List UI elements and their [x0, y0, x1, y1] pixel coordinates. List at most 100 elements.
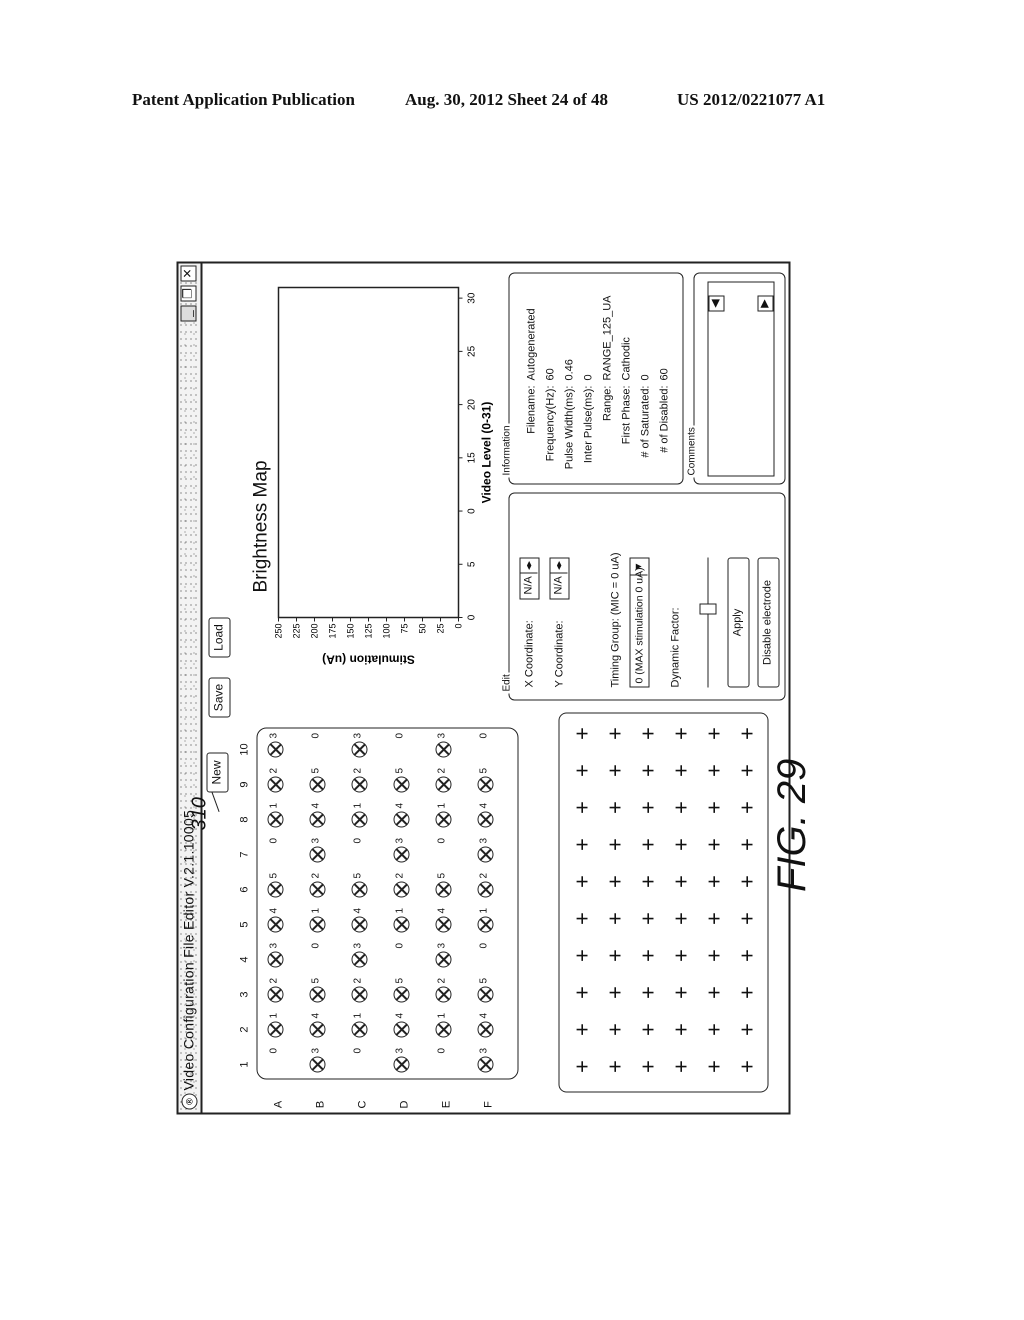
electrode-icon[interactable]: [435, 986, 451, 1003]
electrode-cell[interactable]: 1: [301, 897, 337, 935]
electrode-cell[interactable]: 2: [259, 757, 295, 795]
electrode-icon[interactable]: [477, 916, 493, 933]
electrode-cell[interactable]: 4: [259, 897, 295, 935]
electrode-icon[interactable]: [267, 776, 283, 793]
electrode-icon[interactable]: [393, 846, 409, 863]
electrode-marker[interactable]: +: [668, 1056, 693, 1078]
electrode-icon[interactable]: [393, 986, 409, 1003]
electrode-cell[interactable]: 2: [301, 862, 337, 900]
electrode-cell[interactable]: 1: [469, 897, 505, 935]
electrode-icon[interactable]: [309, 986, 325, 1003]
electrode-marker[interactable]: +: [635, 797, 660, 819]
electrode-icon[interactable]: [393, 776, 409, 793]
electrode-cell[interactable]: 4: [301, 792, 337, 830]
electrode-icon[interactable]: [435, 1021, 451, 1038]
disable-electrode-button[interactable]: Disable electrode: [757, 557, 779, 688]
electrode-icon[interactable]: [477, 846, 493, 863]
electrode-marker[interactable]: +: [734, 723, 759, 745]
electrode-cell[interactable]: 3: [343, 932, 379, 970]
electrode-cell[interactable]: 3: [427, 932, 463, 970]
electrode-cell[interactable]: 4: [385, 1002, 421, 1040]
electrode-marker[interactable]: +: [635, 1056, 660, 1078]
electrode-icon[interactable]: [435, 951, 451, 968]
electrode-cell[interactable]: 0: [469, 722, 505, 760]
spin-arrows-icon[interactable]: ◂▸: [520, 558, 537, 574]
electrode-cell[interactable]: 0: [259, 827, 295, 865]
electrode-icon[interactable]: [477, 776, 493, 793]
electrode-cell[interactable]: 1: [385, 897, 421, 935]
electrode-cell[interactable]: 3: [385, 1037, 421, 1075]
electrode-icon[interactable]: [267, 1021, 283, 1038]
electrode-marker[interactable]: +: [602, 945, 627, 967]
electrode-cell[interactable]: 5: [385, 967, 421, 1005]
electrode-cell[interactable]: 0: [343, 1037, 379, 1075]
electrode-icon[interactable]: [267, 916, 283, 933]
electrode-marker[interactable]: +: [734, 908, 759, 930]
electrode-marker[interactable]: +: [668, 982, 693, 1004]
close-button[interactable]: ✕: [180, 265, 196, 282]
electrode-icon[interactable]: [477, 1021, 493, 1038]
restore-button[interactable]: ❐: [180, 285, 196, 302]
electrode-cell[interactable]: 0: [385, 722, 421, 760]
electrode-marker[interactable]: +: [668, 797, 693, 819]
electrode-marker[interactable]: +: [602, 908, 627, 930]
electrode-icon[interactable]: [267, 811, 283, 828]
electrode-icon[interactable]: [309, 916, 325, 933]
electrode-cell[interactable]: 1: [427, 1002, 463, 1040]
electrode-marker[interactable]: +: [668, 1019, 693, 1041]
scroll-right-icon[interactable]: ▶: [757, 295, 773, 312]
electrode-cell[interactable]: 5: [343, 862, 379, 900]
electrode-cell[interactable]: 4: [343, 897, 379, 935]
electrode-marker[interactable]: +: [569, 834, 594, 856]
electrode-marker[interactable]: +: [668, 908, 693, 930]
electrode-icon[interactable]: [267, 986, 283, 1003]
electrode-icon[interactable]: [351, 951, 367, 968]
electrode-marker[interactable]: +: [569, 1056, 594, 1078]
electrode-cell[interactable]: 2: [259, 967, 295, 1005]
electrode-marker[interactable]: +: [668, 945, 693, 967]
electrode-cell[interactable]: 0: [427, 827, 463, 865]
electrode-cell[interactable]: 3: [427, 722, 463, 760]
electrode-cell[interactable]: 5: [259, 862, 295, 900]
electrode-icon[interactable]: [351, 776, 367, 793]
electrode-cell[interactable]: 3: [385, 827, 421, 865]
electrode-icon[interactable]: [435, 811, 451, 828]
electrode-cell[interactable]: 0: [301, 722, 337, 760]
electrode-cell[interactable]: 1: [259, 792, 295, 830]
dynamic-factor-slider[interactable]: [707, 557, 708, 688]
electrode-cell[interactable]: 2: [385, 862, 421, 900]
electrode-cell[interactable]: 1: [427, 792, 463, 830]
electrode-marker[interactable]: +: [602, 834, 627, 856]
electrode-marker[interactable]: +: [734, 1056, 759, 1078]
electrode-cell[interactable]: 4: [469, 1002, 505, 1040]
electrode-marker[interactable]: +: [668, 871, 693, 893]
electrode-icon[interactable]: [309, 1056, 325, 1073]
electrode-marker[interactable]: +: [635, 908, 660, 930]
electrode-cell[interactable]: 0: [427, 1037, 463, 1075]
electrode-icon[interactable]: [351, 881, 367, 898]
electrode-icon[interactable]: [351, 811, 367, 828]
electrode-icon[interactable]: [309, 881, 325, 898]
electrode-marker[interactable]: +: [734, 871, 759, 893]
electrode-marker[interactable]: +: [701, 945, 726, 967]
electrode-marker[interactable]: +: [569, 945, 594, 967]
electrode-cell[interactable]: 0: [259, 1037, 295, 1075]
electrode-cell[interactable]: 2: [469, 862, 505, 900]
electrode-marker[interactable]: +: [602, 760, 627, 782]
electrode-icon[interactable]: [309, 811, 325, 828]
electrode-cell[interactable]: 5: [301, 757, 337, 795]
electrode-marker[interactable]: +: [635, 945, 660, 967]
electrode-icon[interactable]: [309, 846, 325, 863]
electrode-marker[interactable]: +: [602, 1019, 627, 1041]
electrode-marker[interactable]: +: [635, 1019, 660, 1041]
scroll-left-icon[interactable]: ◀: [708, 295, 724, 312]
electrode-cell[interactable]: 4: [385, 792, 421, 830]
electrode-cell[interactable]: 3: [259, 722, 295, 760]
electrode-icon[interactable]: [267, 951, 283, 968]
electrode-icon[interactable]: [393, 916, 409, 933]
electrode-marker[interactable]: +: [602, 871, 627, 893]
dynamic-factor-thumb[interactable]: [699, 603, 716, 615]
load-button[interactable]: Load: [208, 617, 230, 658]
electrode-cell[interactable]: 4: [427, 897, 463, 935]
electrode-cell[interactable]: 3: [469, 827, 505, 865]
